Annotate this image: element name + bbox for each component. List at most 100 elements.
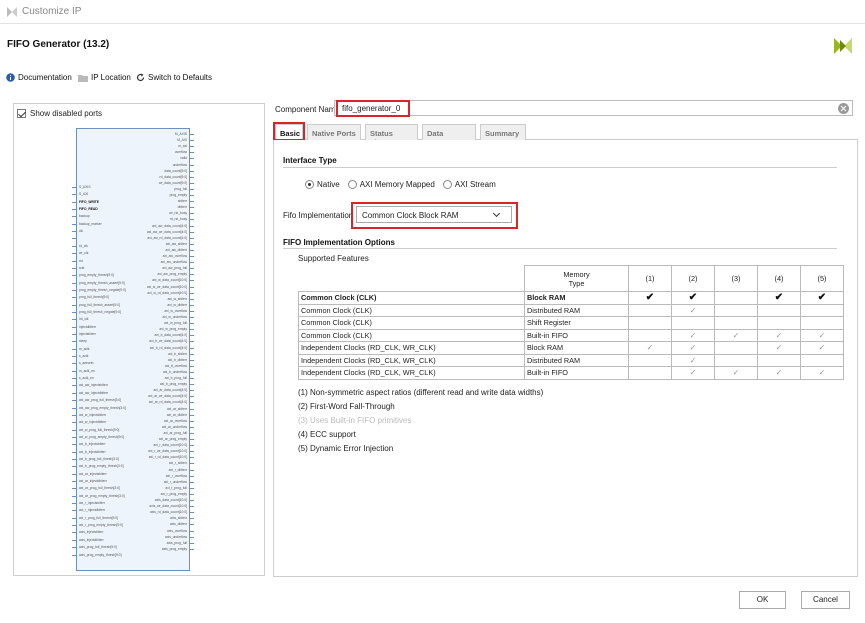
- pin-stub: [189, 347, 194, 349]
- pin-stub: [189, 475, 194, 477]
- radio-axi-memory-mapped[interactable]: AXI Memory Mapped: [347, 180, 435, 189]
- pin-stub: [189, 231, 194, 233]
- symbol-pin-right: axi_w_overflow: [164, 308, 187, 313]
- feature-cell: ✓: [671, 341, 715, 355]
- pin-stub: [189, 176, 194, 178]
- pin-stub: [189, 341, 194, 343]
- pin-stub: [72, 458, 77, 460]
- symbol-pin-right: axi_r_prog_full: [165, 485, 187, 490]
- pin-stub: [189, 140, 194, 142]
- pin-stub: [72, 385, 77, 387]
- tab-summary[interactable]: Summary: [480, 124, 526, 140]
- symbol-pin-right: axi_aw_dbiterr: [165, 247, 187, 252]
- pin-stub: [189, 439, 194, 440]
- pin-stub: [72, 510, 77, 512]
- pin-stub: [189, 481, 194, 483]
- tab-status-flags[interactable]: Status Flags: [365, 124, 418, 147]
- pin-stub: [189, 286, 194, 288]
- symbol-pin-right: axi_r_wr_data_count[10:0]: [148, 449, 187, 454]
- symbol-pin-right: overflow: [174, 150, 187, 155]
- pin-stub: [189, 146, 194, 148]
- cancel-button[interactable]: Cancel: [801, 591, 850, 609]
- pin-stub: [189, 152, 194, 154]
- symbol-pin-right: M_AXI: [177, 138, 187, 143]
- check-icon: ✔: [817, 292, 827, 304]
- note-2: (2) First-Word Fall-Through: [298, 402, 395, 411]
- table-header-memory-type: Memory Type: [524, 265, 629, 292]
- check-icon: ✓: [818, 330, 826, 340]
- pin-stub: [72, 209, 77, 211]
- switch-defaults-label: Switch to Defaults: [148, 73, 213, 82]
- ip-location-button[interactable]: IP Location: [78, 73, 131, 82]
- symbol-pin-left: int_clk: [79, 317, 89, 322]
- symbol-pin-left: axi_r_prog_empty_thresh[9:0]: [79, 523, 123, 528]
- symbol-pin-right: wr_data_count[9:0]: [158, 180, 187, 185]
- symbol-pin-right: axis_wr_data_count[10:0]: [149, 504, 187, 509]
- radio-native[interactable]: Native: [305, 180, 340, 189]
- symbol-pin-left: prog_empty_thresh_assert[9:0]: [79, 280, 125, 285]
- pin-stub: [189, 408, 194, 410]
- symbol-pin-right: axi_ar_data_count[4:0]: [153, 388, 187, 393]
- symbol-pin-left: prog_empty_thresh[9:0]: [79, 273, 114, 278]
- clock-cell: Independent Clocks (RD_CLK, WR_CLK): [298, 341, 525, 355]
- memory-type-cell: Built-in FIFO: [524, 366, 629, 380]
- symbol-pin-right: rd_rst_busy: [169, 217, 187, 222]
- pin-stub: [72, 348, 77, 350]
- pin-stub: [189, 384, 194, 386]
- documentation-label: Documentation: [18, 73, 72, 82]
- feature-cell: [628, 303, 672, 317]
- pin-stub: [189, 317, 194, 318]
- pin-stub: [72, 481, 77, 482]
- feature-cell: [714, 316, 758, 330]
- check-icon: ✓: [646, 343, 654, 353]
- check-icon: ✓: [689, 343, 697, 353]
- symbol-pin-right: axi_aw_sbiterr: [165, 241, 187, 246]
- pin-stub: [189, 518, 194, 520]
- feature-cell: ✓: [714, 328, 758, 342]
- symbol-pin-left: axi_r_prog_full_thresh[9:0]: [79, 515, 119, 520]
- symbol-pin-left: axi_ar_injectdbiterr: [79, 479, 107, 483]
- pin-stub: [189, 500, 194, 501]
- show-disabled-ports-row[interactable]: Show disabled ports: [17, 109, 102, 118]
- pin-stub: [189, 280, 194, 282]
- symbol-pin-left: axi_r_injectdbiterr: [79, 508, 106, 513]
- feature-cell: [757, 316, 801, 330]
- features-table: Memory Type (1) (2) (3) (4) (5) Common Cl…: [298, 265, 844, 380]
- pin-stub: [189, 371, 194, 373]
- highlight-basic-tab: [273, 122, 305, 141]
- toolbar: Documentation IP Location Switch to Defa…: [0, 68, 865, 88]
- pin-stub: [189, 225, 194, 227]
- feature-cell: ✓: [628, 341, 672, 355]
- show-disabled-ports-checkbox[interactable]: [17, 109, 26, 118]
- symbol-pin-right: prog_empty: [169, 193, 187, 197]
- pin-stub: [72, 363, 77, 365]
- component-name-input[interactable]: fifo_generator_0: [334, 100, 853, 116]
- pin-stub: [189, 164, 194, 166]
- vivado-logo-icon: [834, 38, 852, 54]
- documentation-link[interactable]: Documentation: [6, 73, 72, 82]
- clear-icon[interactable]: [838, 103, 849, 114]
- pin-stub: [189, 195, 194, 196]
- highlight-fifo-implementation: [351, 202, 518, 229]
- symbol-pin-left: sleep: [79, 339, 87, 344]
- check-icon: ✓: [732, 368, 740, 378]
- ok-button[interactable]: OK: [739, 591, 786, 609]
- tab-data-counts[interactable]: Data Counts: [422, 124, 476, 147]
- feature-cell: ✓: [757, 366, 801, 380]
- symbol-pin-left: axi_ar_injectsbiterr: [79, 471, 107, 476]
- radio-axi-stream[interactable]: AXI Stream: [442, 180, 496, 189]
- note-5: (5) Dynamic Error Injection: [298, 444, 394, 453]
- symbol-pin-right: valid: [180, 156, 187, 161]
- symbol-pin-right: axi_ar_overflow: [163, 418, 187, 423]
- symbol-pin-right: axi_b_prog_full: [164, 376, 187, 380]
- symbol-pin-right: axi_aw_overflow: [162, 254, 187, 258]
- symbol-pin-left: axi_r_injectsbiterr: [79, 501, 105, 506]
- pin-stub: [189, 256, 194, 257]
- symbol-pin-right: axi_w_wr_data_count[10:0]: [146, 284, 187, 289]
- pin-stub: [189, 432, 194, 434]
- symbol-pin-right: axi_b_prog_empty: [159, 382, 187, 387]
- switch-to-defaults-button[interactable]: Switch to Defaults: [136, 73, 212, 82]
- symbol-pin-right: axi_w_prog_empty: [159, 327, 187, 332]
- tab-native-ports[interactable]: Native Ports: [307, 124, 361, 140]
- basic-tab-content: Interface Type Native AXI Memory Mapped …: [273, 140, 858, 577]
